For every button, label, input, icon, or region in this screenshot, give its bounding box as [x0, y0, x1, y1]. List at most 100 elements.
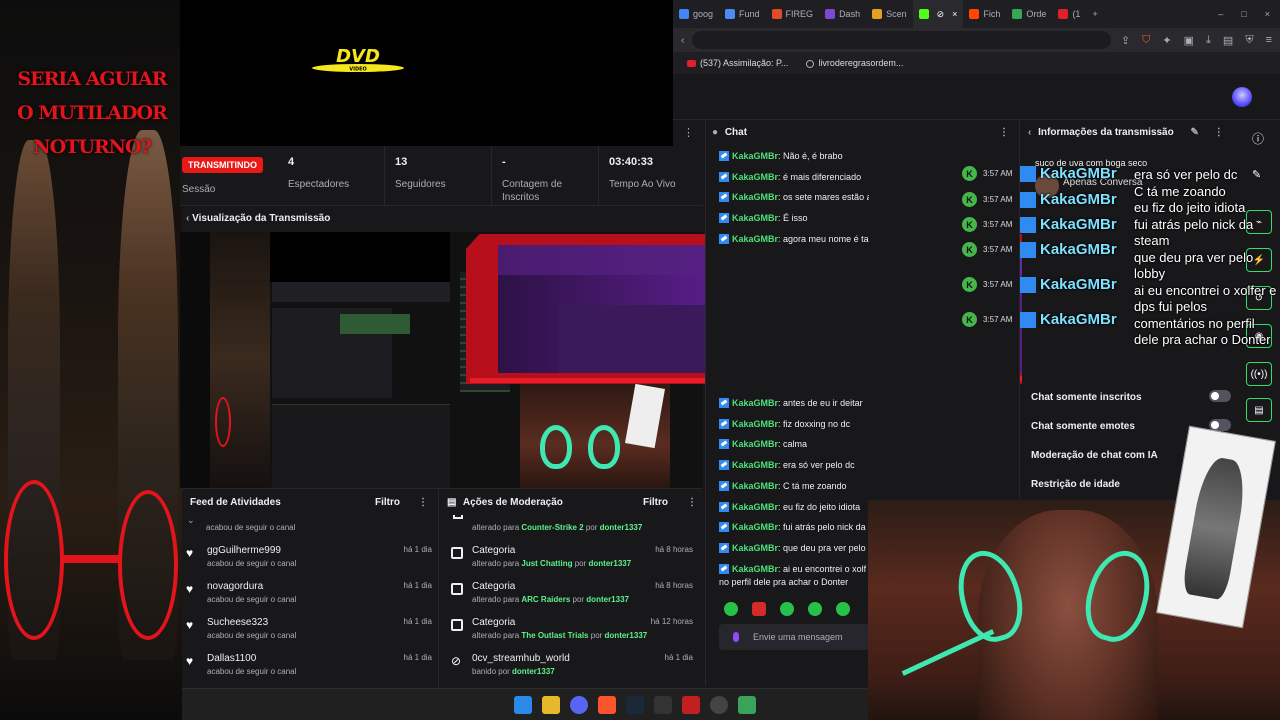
- mod-user[interactable]: donter1337: [600, 523, 643, 532]
- brave-icon[interactable]: [598, 696, 616, 714]
- mute-icon[interactable]: ⊘: [937, 9, 945, 20]
- feed-username[interactable]: Dallas1100: [207, 653, 256, 664]
- panel-kebab-icon[interactable]: ⋮: [683, 126, 694, 139]
- overlay-chat-name: KakaGMBr: [1040, 216, 1117, 233]
- url-field[interactable]: [692, 31, 1111, 49]
- browser-tab[interactable]: Orde: [1006, 0, 1052, 28]
- browser-tab[interactable]: Fund: [719, 0, 766, 28]
- browser-tab[interactable]: (1: [1052, 0, 1086, 28]
- browser-tab[interactable]: goog: [673, 0, 719, 28]
- bookmark-item[interactable]: livroderegrasordem...: [806, 58, 903, 68]
- activity-feed-panel: Feed de Atividades Filtro ⋮ ⌄ acabou de …: [182, 488, 438, 688]
- toggle-switch[interactable]: [1209, 390, 1231, 402]
- chat-username[interactable]: KakaGMBr: [732, 439, 778, 449]
- quick-action-button[interactable]: ▤: [1246, 398, 1272, 422]
- menu-icon[interactable]: ≡: [1266, 34, 1272, 47]
- chat-username[interactable]: KakaGMBr: [732, 192, 778, 202]
- share-icon[interactable]: ⇪: [1121, 34, 1130, 47]
- mod-value[interactable]: Just Chatting: [521, 559, 572, 568]
- user-avatar[interactable]: [1232, 87, 1252, 107]
- browser-tab[interactable]: FIREG: [766, 0, 820, 28]
- emote-icon[interactable]: [752, 602, 766, 616]
- new-tab-button[interactable]: +: [1086, 0, 1103, 28]
- tab-favicon-icon: [918, 9, 929, 19]
- overlay-chat-text: eu fiz do jeito idiota: [1134, 200, 1246, 215]
- emote-icon[interactable]: [836, 602, 850, 616]
- info-icon[interactable]: ⓘ: [1252, 130, 1264, 147]
- chat-username[interactable]: KakaGMBr: [732, 564, 778, 574]
- uptime-value: 03:40:33: [609, 156, 654, 168]
- chat-input[interactable]: Envie uma mensagem: [719, 624, 879, 650]
- moderation-kebab-icon[interactable]: ⋮: [687, 497, 697, 508]
- mod-value[interactable]: The Outlast Trials: [521, 631, 588, 640]
- chat-username[interactable]: KakaGMBr: [732, 543, 778, 553]
- start-icon[interactable]: [514, 696, 532, 714]
- verified-badge-icon: [1020, 216, 1036, 233]
- file-explorer-icon[interactable]: [542, 696, 560, 714]
- chat-username[interactable]: KakaGMBr: [732, 172, 778, 182]
- chat-username[interactable]: KakaGMBr: [732, 151, 778, 161]
- chat-text: que deu pra ver pelo: [783, 542, 866, 553]
- feed-kebab-icon[interactable]: ⋮: [418, 497, 428, 508]
- feed-username[interactable]: Sucheese323: [207, 617, 268, 628]
- steam-icon[interactable]: [626, 696, 644, 714]
- mod-user[interactable]: donter1337: [589, 559, 632, 568]
- browser-tab[interactable]: Dash: [819, 0, 866, 28]
- mod-user[interactable]: donter1337: [586, 595, 629, 604]
- close-icon[interactable]: ×: [952, 9, 957, 19]
- toggle-subs-only[interactable]: Chat somente inscritos: [1031, 390, 1231, 403]
- feed-username[interactable]: novagordura: [207, 581, 263, 592]
- mod-value[interactable]: Counter-Strike 2: [521, 523, 583, 532]
- bookmark-item[interactable]: (537) Assimilação: P...: [687, 58, 788, 68]
- maximize-icon[interactable]: □: [1241, 9, 1246, 19]
- info-kebab-icon[interactable]: ⋮: [1214, 127, 1224, 138]
- dvd-screensaver: DVD VIDEO: [180, 0, 673, 146]
- browser-tab[interactable]: ⊘ ×: [912, 0, 964, 28]
- sidebar-icon[interactable]: ▣: [1184, 34, 1194, 47]
- browser-tab[interactable]: Scen: [866, 0, 913, 28]
- collapse-icon[interactable]: ‹: [186, 213, 189, 224]
- moderation-filter-button[interactable]: Filtro: [643, 497, 668, 508]
- feed-action: acabou de seguir o canal: [207, 667, 297, 676]
- chat-username[interactable]: KakaGMBr: [732, 460, 778, 470]
- emote-icon[interactable]: [724, 602, 738, 616]
- viewers-label: Espectadores: [288, 179, 350, 190]
- discord-icon[interactable]: [570, 696, 588, 714]
- brave-shield-icon[interactable]: ⛉: [1142, 34, 1150, 47]
- chat-username[interactable]: KakaGMBr: [732, 234, 778, 244]
- obs-icon[interactable]: [710, 696, 728, 714]
- vpn-icon[interactable]: ⛨: [1245, 34, 1253, 47]
- microphone-icon[interactable]: [733, 632, 739, 642]
- edit-icon[interactable]: ✎: [1191, 127, 1199, 138]
- emote-icon[interactable]: [780, 602, 794, 616]
- expand-icon[interactable]: ‹: [1028, 127, 1031, 138]
- feed-filter-button[interactable]: Filtro: [375, 497, 400, 508]
- download-icon[interactable]: ⤓: [1206, 34, 1211, 47]
- expand-chevron-icon[interactable]: ⌄: [187, 515, 195, 526]
- minimize-icon[interactable]: –: [1218, 9, 1223, 19]
- emote-icon[interactable]: [808, 602, 822, 616]
- browser-tab[interactable]: Fich: [963, 0, 1006, 28]
- extensions-icon[interactable]: ✦: [1162, 34, 1171, 47]
- wallet-icon[interactable]: ▤: [1223, 34, 1233, 47]
- back-icon[interactable]: ‹: [681, 35, 684, 46]
- app-icon[interactable]: [682, 696, 700, 714]
- mod-value[interactable]: ARC Raiders: [521, 595, 570, 604]
- audio-icon[interactable]: [654, 696, 672, 714]
- chat-username[interactable]: KakaGMBr: [732, 213, 778, 223]
- mod-user[interactable]: donter1337: [605, 631, 648, 640]
- chat-kebab-icon[interactable]: ⋮: [999, 127, 1009, 138]
- verified-badge-icon: [719, 501, 729, 512]
- chat-username[interactable]: KakaGMBr: [732, 522, 778, 532]
- chat-username[interactable]: KakaGMBr: [732, 419, 778, 429]
- chat-username[interactable]: KakaGMBr: [732, 481, 778, 491]
- feed-username[interactable]: ggGuilherme999: [207, 545, 281, 556]
- chat-username[interactable]: KakaGMBr: [732, 502, 778, 512]
- close-window-icon[interactable]: ×: [1265, 9, 1270, 19]
- chat-username[interactable]: KakaGMBr: [732, 398, 778, 408]
- broadcast-button[interactable]: ((•)): [1246, 362, 1272, 386]
- mod-user[interactable]: donter1337: [512, 667, 555, 676]
- feed-action: acabou de seguir o canal: [207, 631, 297, 640]
- stream-preview[interactable]: [180, 232, 450, 488]
- app-icon[interactable]: [738, 696, 756, 714]
